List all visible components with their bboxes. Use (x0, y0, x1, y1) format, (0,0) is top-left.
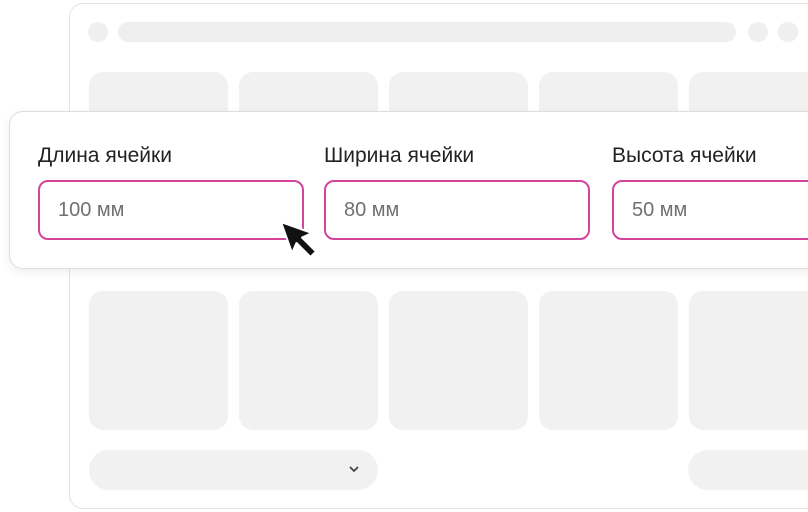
window-dot (88, 22, 108, 42)
skeleton-tile (239, 291, 378, 430)
cell-height-input[interactable] (612, 180, 808, 240)
screen: Длина ячейки Ширина ячейки Высота ячейки (0, 0, 808, 512)
cell-length-field: Длина ячейки (38, 143, 304, 240)
skeleton-tile (89, 291, 228, 430)
skeleton-pill (688, 450, 808, 490)
dropdown-select[interactable] (89, 450, 378, 490)
window-control (748, 22, 768, 42)
cell-width-input[interactable] (324, 180, 590, 240)
cell-width-field: Ширина ячейки (324, 143, 590, 240)
cell-length-label: Длина ячейки (38, 144, 172, 167)
chevron-down-icon (349, 466, 359, 472)
address-bar (118, 22, 736, 42)
skeleton-tile (689, 291, 808, 430)
cell-height-label: Высота ячейки (612, 144, 757, 167)
window-control (778, 22, 798, 42)
mouse-cursor-icon (280, 221, 317, 258)
skeleton-tile (539, 291, 678, 430)
skeleton-tile (389, 291, 528, 430)
cell-length-input[interactable] (38, 180, 304, 240)
cell-width-label: Ширина ячейки (324, 144, 475, 167)
cell-height-field: Высота ячейки (612, 143, 808, 240)
cell-dimensions-panel: Длина ячейки Ширина ячейки Высота ячейки (9, 111, 808, 269)
